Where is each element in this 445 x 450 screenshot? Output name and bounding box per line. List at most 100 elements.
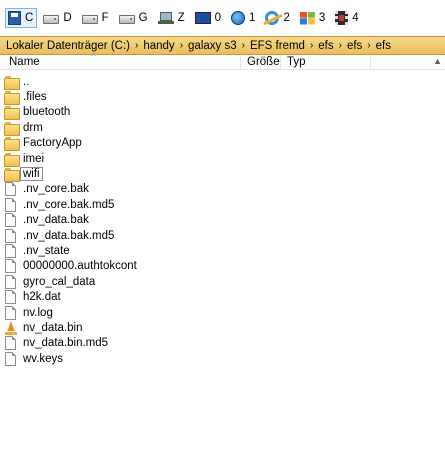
column-divider[interactable] — [280, 55, 281, 69]
breadcrumb-separator: › — [135, 40, 139, 51]
file-name: nv_data.bin.md5 — [23, 337, 109, 350]
list-item[interactable]: wv.keys — [0, 351, 445, 366]
file-icon — [5, 182, 16, 197]
list-item[interactable]: .nv_state — [0, 243, 445, 258]
list-item[interactable]: 00000000.authtokcont — [0, 259, 445, 274]
file-name: .nv_state — [23, 244, 70, 257]
file-icon — [5, 274, 16, 289]
breadcrumb-item[interactable]: efs — [376, 40, 391, 52]
list-item[interactable]: gyro_cal_data — [0, 274, 445, 289]
list-item[interactable]: .. — [0, 74, 445, 90]
file-icon — [5, 305, 16, 320]
drive-label: 2 — [283, 12, 290, 24]
drive-button-1[interactable]: 1 — [228, 8, 259, 28]
breadcrumb-item[interactable]: efs — [318, 40, 333, 52]
disk-drive-icon — [118, 15, 135, 24]
folder-icon — [4, 106, 20, 121]
folder-icon — [4, 75, 20, 90]
column-type-header[interactable]: Typ — [287, 56, 306, 68]
breadcrumb-item[interactable]: efs — [347, 40, 362, 52]
breadcrumb-separator: › — [309, 40, 314, 51]
file-name: gyro_cal_data — [23, 275, 96, 288]
file-icon — [5, 213, 16, 228]
folder-icon — [4, 168, 20, 183]
drive-label: C — [25, 12, 34, 24]
drive-label: F — [101, 12, 109, 24]
drive-button-0[interactable]: 0 — [192, 8, 225, 28]
file-name: .nv_data.bak — [23, 214, 89, 227]
file-list: .. .files bluetooth drm FactoryApp imei wifi .n… — [0, 74, 445, 366]
folder-icon — [4, 91, 20, 106]
drive-label: 1 — [249, 12, 256, 24]
drive-label: 4 — [352, 12, 359, 24]
floppy-icon — [8, 11, 21, 25]
file-name: wv.keys — [23, 352, 64, 365]
file-name: wifi — [20, 167, 43, 182]
column-header: Name ^ Größe Typ ▲ — [0, 52, 445, 70]
file-name: .nv_data.bak.md5 — [23, 229, 115, 242]
globe-icon — [231, 11, 246, 25]
list-item[interactable]: .nv_data.bak — [0, 213, 445, 228]
drive-label: 3 — [318, 12, 326, 24]
file-name: .nv_core.bak — [23, 183, 89, 196]
list-item[interactable]: wifi — [0, 166, 445, 183]
column-size-header[interactable]: Größe — [247, 56, 280, 68]
drive-label: 0 — [214, 12, 222, 24]
file-name: drm — [23, 121, 43, 134]
column-divider[interactable] — [370, 55, 371, 69]
file-icon — [5, 259, 16, 274]
folder-icon — [4, 121, 20, 136]
file-icon — [5, 228, 16, 243]
network-drive-icon — [157, 11, 174, 25]
file-name: .nv_core.bak.md5 — [23, 198, 115, 211]
drive-button-c[interactable]: C — [5, 8, 38, 28]
list-item[interactable]: .nv_core.bak — [0, 182, 445, 197]
file-name: FactoryApp — [23, 137, 82, 150]
list-item[interactable]: nv.log — [0, 305, 445, 320]
list-item[interactable]: drm — [0, 120, 445, 136]
drive-label: G — [138, 12, 148, 24]
drive-button-4[interactable]: 4 — [332, 8, 362, 28]
file-icon — [5, 336, 16, 351]
breadcrumb-item[interactable]: EFS fremd — [250, 40, 305, 52]
drive-bar: C D F G Z 0 1 2 3 4 — [0, 0, 445, 36]
drive-button-f[interactable]: F — [79, 8, 113, 28]
breadcrumb-item[interactable]: galaxy s3 — [188, 40, 237, 52]
list-item[interactable]: nv_data.bin.md5 — [0, 336, 445, 351]
internet-explorer-icon — [265, 11, 280, 25]
file-name: 00000000.authtokcont — [23, 260, 137, 273]
file-icon — [5, 290, 16, 305]
list-item[interactable]: bluetooth — [0, 105, 445, 121]
vlc-file-icon — [4, 320, 18, 335]
scroll-up-icon[interactable]: ▲ — [433, 56, 442, 66]
file-name: nv.log — [23, 306, 53, 319]
breadcrumb-item[interactable]: handy — [143, 40, 174, 52]
file-name: imei — [23, 152, 45, 165]
drive-button-2[interactable]: 2 — [262, 8, 293, 28]
list-item[interactable]: h2k.dat — [0, 289, 445, 305]
file-icon — [5, 243, 16, 258]
disk-drive-icon — [81, 15, 98, 24]
drive-label: D — [63, 12, 72, 24]
breadcrumb-item[interactable]: Lokaler Datenträger (C:) — [6, 40, 130, 52]
drive-button-z[interactable]: Z — [155, 8, 189, 28]
column-name-header[interactable]: Name — [9, 56, 40, 68]
drive-button-g[interactable]: G — [116, 8, 152, 28]
list-item[interactable]: FactoryApp — [0, 136, 445, 152]
disk-drive-icon — [43, 15, 60, 24]
breadcrumb-separator: › — [367, 40, 371, 51]
breadcrumb-separator: › — [179, 40, 184, 51]
monitor-icon — [194, 12, 211, 24]
list-item[interactable]: imei — [0, 151, 445, 167]
drive-button-d[interactable]: D — [40, 8, 75, 28]
drive-button-3[interactable]: 3 — [297, 8, 329, 28]
breadcrumb-separator: › — [338, 40, 342, 51]
breadcrumb-separator: › — [241, 40, 245, 51]
column-divider[interactable] — [240, 55, 241, 69]
list-item[interactable]: nv_data.bin — [0, 320, 445, 335]
folder-icon — [4, 137, 20, 152]
list-item[interactable]: .files — [0, 89, 445, 106]
list-item[interactable]: .nv_core.bak.md5 — [0, 197, 445, 212]
list-item[interactable]: .nv_data.bak.md5 — [0, 228, 445, 243]
file-icon — [5, 351, 16, 366]
